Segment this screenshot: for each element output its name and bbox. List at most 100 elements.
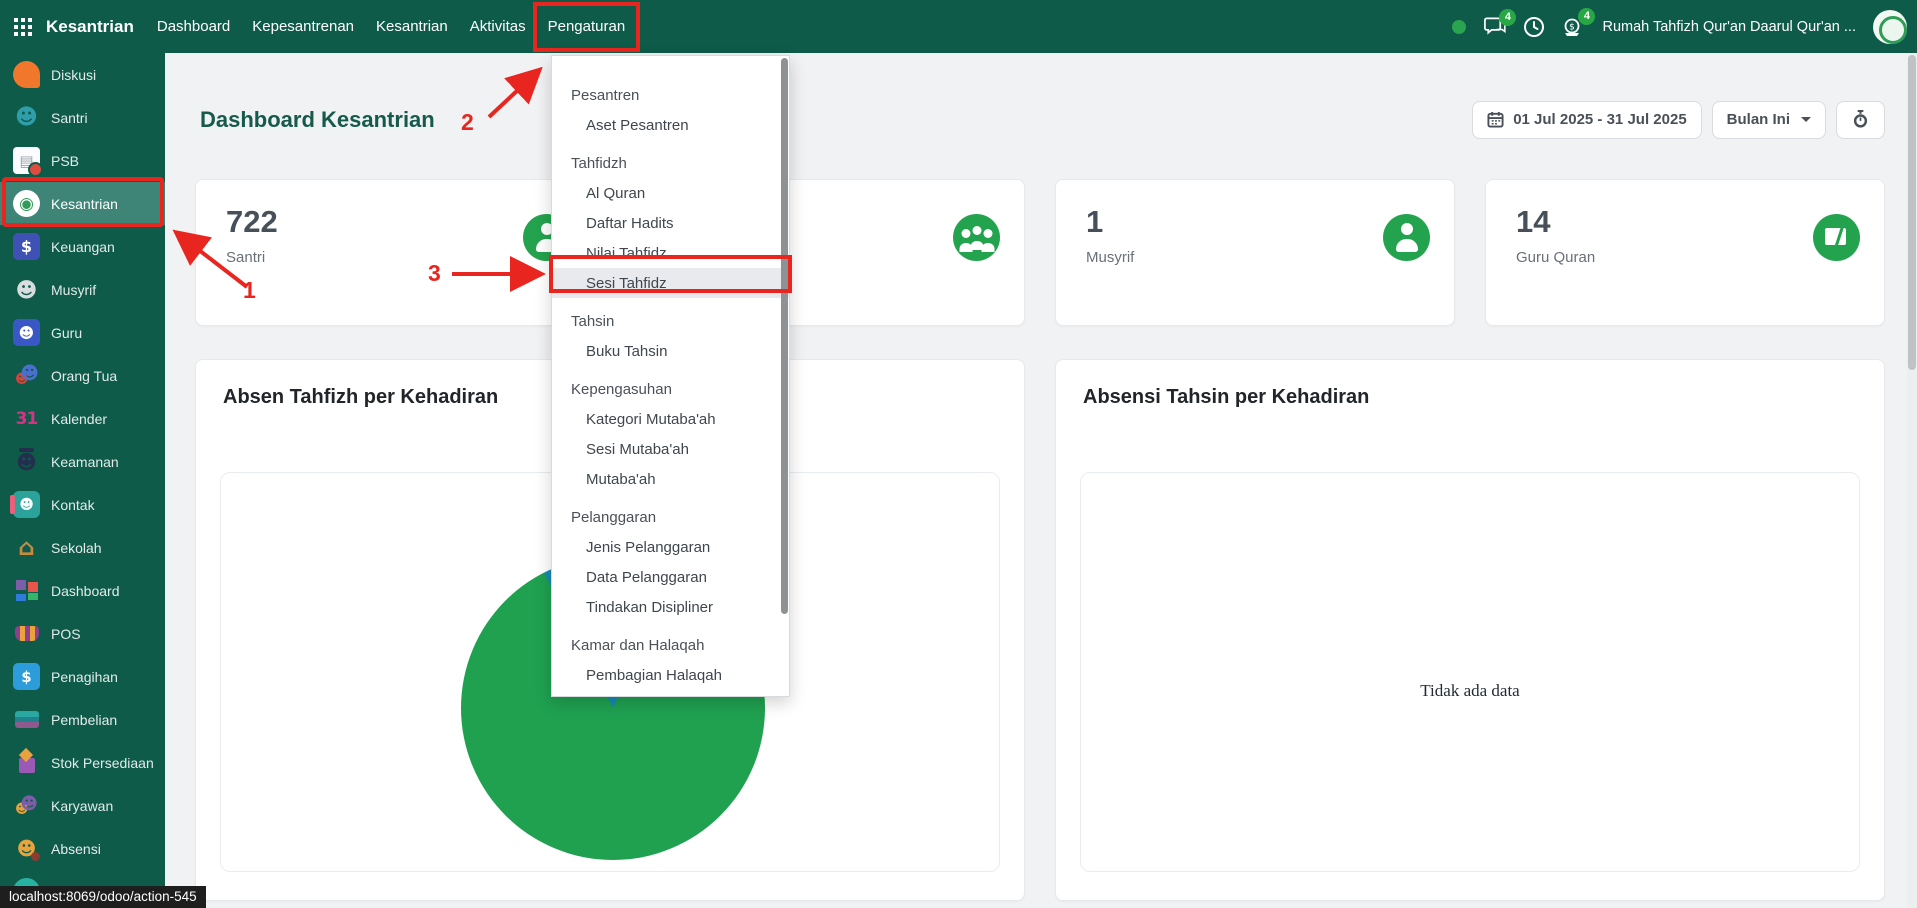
sidebar-item-penagihan[interactable]: Penagihan — [0, 655, 165, 698]
timer-button[interactable] — [1836, 101, 1885, 139]
sidebar-item-label: Karyawan — [51, 798, 113, 814]
settings-section-pelanggaran: Pelanggaran — [552, 502, 789, 532]
sidebar-item-psb[interactable]: PSB — [0, 139, 165, 182]
person-icon — [1383, 214, 1430, 261]
page-header: Dashboard Kesantrian 01 Jul 2025 - 31 Ju… — [165, 53, 1917, 156]
user-avatar[interactable] — [1873, 10, 1907, 44]
keamanan-icon — [13, 448, 40, 475]
sidebar-item-label: Kontak — [51, 497, 95, 513]
settings-item-daftar-hadits[interactable]: Daftar Hadits — [552, 208, 789, 238]
sidebar-item-musyrif[interactable]: Musyrif — [0, 268, 165, 311]
topbar-menu-item-pengaturan[interactable]: Pengaturan — [537, 0, 637, 53]
settings-item-tindakan-disipliner[interactable]: Tindakan Disipliner — [552, 592, 789, 622]
chart-title: Absensi Tahsin per Kehadiran — [1056, 360, 1884, 409]
activities-button[interactable]: $ 4 — [1562, 16, 1585, 38]
settings-item-mutaba-ah[interactable]: Mutaba'ah — [552, 464, 789, 494]
period-select-button[interactable]: Bulan Ini — [1712, 101, 1826, 139]
sidebar-item-dashboard[interactable]: Dashboard — [0, 569, 165, 612]
settings-section-kamar-dan-halaqah: Kamar dan Halaqah — [552, 630, 789, 660]
settings-item-buku-tahsin[interactable]: Buku Tahsin — [552, 336, 789, 366]
sidebar-item-label: POS — [51, 626, 81, 642]
sidebar-item-label: Absensi — [51, 841, 101, 857]
settings-dropdown: PesantrenAset PesantrenTahfidzhAl QuranD… — [551, 55, 790, 697]
topbar-menu-item-dashboard[interactable]: Dashboard — [146, 0, 241, 53]
charts-row: Absen Tahfizh per Kehadiran Absensi Tahs… — [165, 326, 1917, 901]
sidebar-item-kontak[interactable]: Kontak — [0, 483, 165, 526]
sidebar-item-pembelian[interactable]: Pembelian — [0, 698, 165, 741]
main-content: Dashboard Kesantrian 01 Jul 2025 - 31 Ju… — [165, 53, 1917, 908]
sidebar-item-diskusi[interactable]: Diskusi — [0, 53, 165, 96]
musyrif-icon — [13, 276, 40, 303]
sidebar-item-pos[interactable]: POS — [0, 612, 165, 655]
settings-item-sesi-mutaba-ah[interactable]: Sesi Mutaba'ah — [552, 434, 789, 464]
topbar-menu-item-kepesantrenan[interactable]: Kepesantrenan — [241, 0, 365, 53]
settings-item-nilai-tahfidz[interactable]: Nilai Tahfidz — [552, 238, 789, 268]
page-scrollbar-thumb[interactable] — [1908, 55, 1916, 370]
app-name[interactable]: Kesantrian — [46, 0, 146, 53]
sidebar-item-kalender[interactable]: Kalender — [0, 397, 165, 440]
status-url-tooltip: localhost:8069/odoo/action-545 — [0, 886, 206, 908]
stats-row: 722Santri1Musyrif14Guru Quran — [165, 156, 1917, 326]
topbar: Kesantrian DashboardKepesantrenanKesantr… — [0, 0, 1917, 53]
settings-section-tahsin: Tahsin — [552, 306, 789, 336]
messages-button[interactable]: 4 — [1483, 17, 1506, 37]
psb-icon — [13, 147, 40, 174]
pembelian-icon — [13, 706, 40, 733]
sidebar-item-label: Santri — [51, 110, 88, 126]
sidebar-item-keuangan[interactable]: Keuangan — [0, 225, 165, 268]
clock-icon — [1523, 16, 1545, 38]
sidebar-item-label: Sekolah — [51, 540, 102, 556]
penagihan-icon — [13, 663, 40, 690]
apps-grid-button[interactable] — [0, 0, 46, 53]
orangtua-icon — [13, 362, 40, 389]
sidebar-item-label: Musyrif — [51, 282, 96, 298]
sekolah-icon — [13, 534, 40, 561]
apps-grid-icon — [14, 18, 32, 36]
topbar-menu-item-aktivitas[interactable]: Aktivitas — [459, 0, 537, 53]
absensi-icon — [13, 835, 40, 862]
settings-item-pembagian-kamar-santri[interactable]: Pembagian Kamar Santri — [552, 690, 789, 697]
sidebar-item-label: Keuangan — [51, 239, 115, 255]
sidebar-item-karyawan[interactable]: Karyawan — [0, 784, 165, 827]
sidebar-item-sekolah[interactable]: Sekolah — [0, 526, 165, 569]
sidebar-item-guru[interactable]: Guru — [0, 311, 165, 354]
date-range-button[interactable]: 01 Jul 2025 - 31 Jul 2025 — [1472, 101, 1701, 139]
stat-card-santri: 722Santri — [195, 179, 595, 326]
sidebar-item-orang-tua[interactable]: Orang Tua — [0, 354, 165, 397]
settings-item-data-pelanggaran[interactable]: Data Pelanggaran — [552, 562, 789, 592]
topbar-menu-item-kesantrian[interactable]: Kesantrian — [365, 0, 459, 53]
header-controls: 01 Jul 2025 - 31 Jul 2025 Bulan Ini — [1472, 101, 1885, 139]
sidebar-item-label: PSB — [51, 153, 79, 169]
dropdown-scrollbar-thumb[interactable] — [781, 58, 788, 614]
sidebar-item-stok-persediaan[interactable]: Stok Persediaan — [0, 741, 165, 784]
no-data-message: Tidak ada data — [1081, 473, 1859, 871]
kalender-icon — [13, 405, 40, 432]
sidebar-item-label: Diskusi — [51, 67, 96, 83]
stopwatch-icon — [1852, 110, 1869, 129]
settings-item-sesi-tahfidz[interactable]: Sesi Tahfidz — [552, 268, 789, 298]
sidebar-item-label: Penagihan — [51, 669, 118, 685]
sidebar-item-label: Dashboard — [51, 583, 120, 599]
sidebar-item-kesantrian[interactable]: Kesantrian — [0, 182, 165, 225]
sidebar-item-absensi[interactable]: Absensi — [0, 827, 165, 870]
settings-item-al-quran[interactable]: Al Quran — [552, 178, 789, 208]
settings-item-aset-pesantren[interactable]: Aset Pesantren — [552, 110, 789, 140]
settings-item-pembagian-halaqah[interactable]: Pembagian Halaqah — [552, 660, 789, 690]
stat-card-guru-quran: 14Guru Quran — [1485, 179, 1885, 326]
sidebar-item-santri[interactable]: Santri — [0, 96, 165, 139]
sidebar-item-label: Kalender — [51, 411, 107, 427]
settings-item-jenis-pelanggaran[interactable]: Jenis Pelanggaran — [552, 532, 789, 562]
sidebar-item-keamanan[interactable]: Keamanan — [0, 440, 165, 483]
page-scrollbar[interactable] — [1907, 53, 1917, 908]
app-sidebar: Diskusi Santri PSB Kesantrian Keuangan Musyri… — [0, 53, 165, 908]
pos-icon — [13, 620, 40, 647]
company-name[interactable]: Rumah Tahfizh Qur'an Daarul Qur'an ... — [1602, 19, 1856, 35]
recent-button[interactable] — [1523, 16, 1545, 38]
sidebar-item-label: Guru — [51, 325, 82, 341]
settings-item-kategori-mutaba-ah[interactable]: Kategori Mutaba'ah — [552, 404, 789, 434]
kontak-icon — [13, 491, 40, 518]
people-icon — [953, 214, 1000, 261]
sidebar-item-label: Orang Tua — [51, 368, 117, 384]
date-range-label: 01 Jul 2025 - 31 Jul 2025 — [1513, 111, 1686, 128]
book-icon — [1813, 214, 1860, 261]
